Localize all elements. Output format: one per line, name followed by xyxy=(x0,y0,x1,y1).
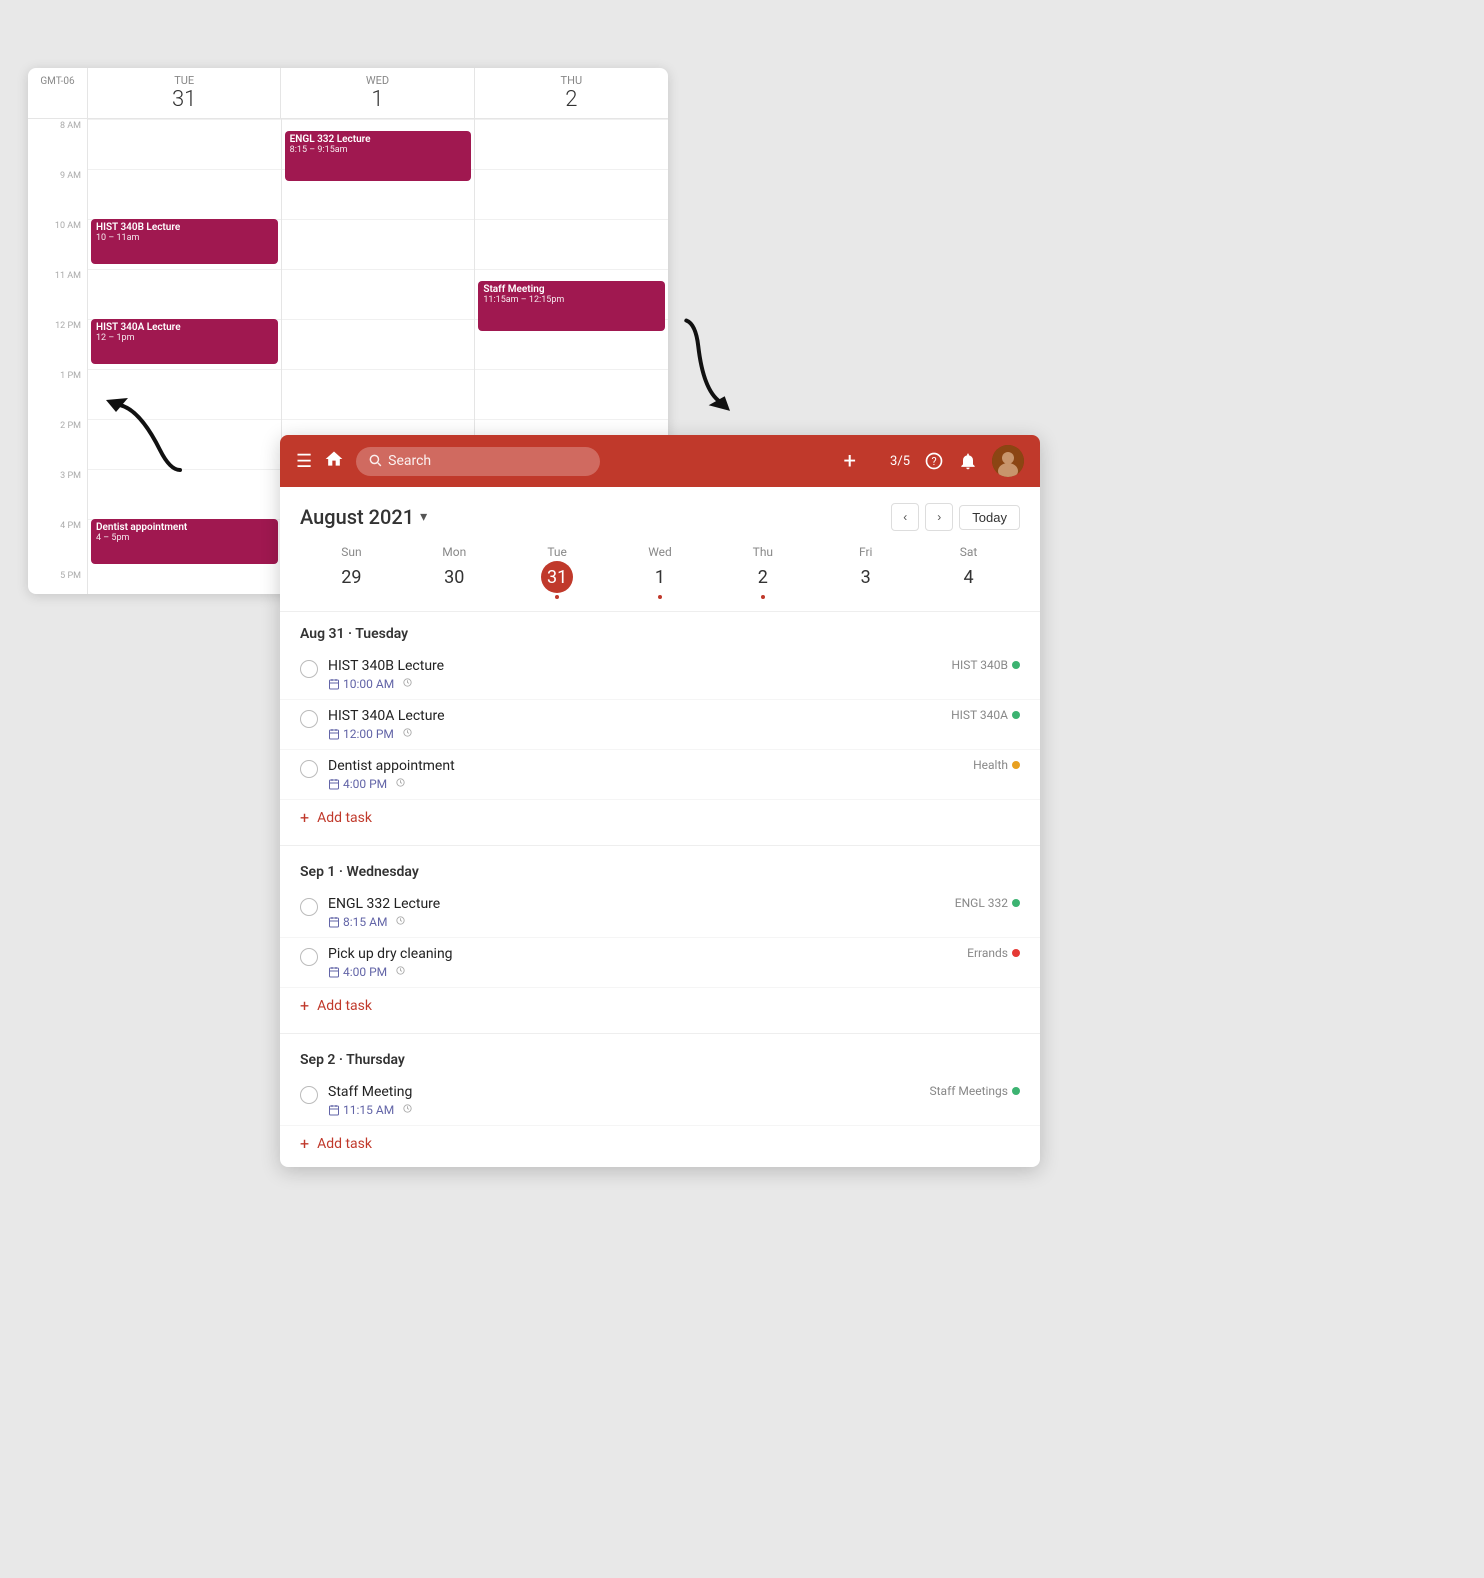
event-item-2-0: Staff Meeting 11:15 AM Staff Meetings xyxy=(280,1076,1040,1126)
preview-event-dentist[interactable]: Dentist appointment 4 – 5pm xyxy=(91,519,278,564)
next-button[interactable]: › xyxy=(925,503,953,531)
event-time-0-2: 4:00 PM xyxy=(328,777,387,791)
event-alarm-icon xyxy=(395,965,406,979)
week-day-tue[interactable]: Tue 31 xyxy=(506,541,609,603)
event-tag-1-0: ENGL 332 xyxy=(955,896,1020,910)
topbar: ☰ Search + 3/5 ? xyxy=(280,435,1040,487)
prev-button[interactable]: ‹ xyxy=(891,503,919,531)
add-task-1[interactable]: + Add task xyxy=(280,988,1040,1029)
preview-day-tue: TUE 31 xyxy=(88,68,281,118)
menu-icon[interactable]: ☰ xyxy=(296,451,312,472)
tag-dot xyxy=(1012,949,1020,957)
event-title-0-0: HIST 340B Lecture xyxy=(328,658,941,674)
tag-dot xyxy=(1012,1087,1020,1095)
month-title[interactable]: August 2021 ▾ xyxy=(300,505,427,529)
event-title-1-0: ENGL 332 Lecture xyxy=(328,896,945,912)
event-checkbox-0-2[interactable] xyxy=(300,760,318,778)
theme-toggle[interactable]: 3/5 xyxy=(870,452,910,470)
week-strip: Sun 29 Mon 30 Tue 31 Wed 1 Thu 2 Fri 3 S… xyxy=(280,541,1040,603)
month-nav: August 2021 ▾ ‹ › Today xyxy=(280,487,1040,541)
preview-event-staffmeeting[interactable]: Staff Meeting 11:15am – 12:15pm xyxy=(478,281,665,331)
event-title-0-2: Dentist appointment xyxy=(328,758,963,774)
event-tag-1-1: Errands xyxy=(967,946,1020,960)
event-time-0-1: 12:00 PM xyxy=(328,727,394,741)
event-list: Aug 31 · Tuesday HIST 340B Lecture 10:00… xyxy=(280,612,1040,1167)
event-time-1-0: 8:15 AM xyxy=(328,915,387,929)
event-item-1-0: ENGL 332 Lecture 8:15 AM ENGL 332 xyxy=(280,888,1040,938)
preview-event-engl332[interactable]: ENGL 332 Lecture 8:15 – 9:15am xyxy=(285,131,472,181)
preview-day-thu: THU 2 xyxy=(475,68,668,118)
week-day-mon[interactable]: Mon 30 xyxy=(403,541,506,603)
gmt-label: GMT-06 xyxy=(28,68,88,118)
event-alarm-icon xyxy=(402,677,413,691)
event-time-2-0: 11:15 AM xyxy=(328,1103,394,1117)
event-alarm-icon xyxy=(395,915,406,929)
add-task-label: Add task xyxy=(317,998,372,1014)
event-checkbox-2-0[interactable] xyxy=(300,1086,318,1104)
section-header-1: Sep 1 · Wednesday xyxy=(280,850,1040,888)
event-tag-0-2: Health xyxy=(973,758,1020,772)
event-time-1-1: 4:00 PM xyxy=(328,965,387,979)
week-day-thu[interactable]: Thu 2 xyxy=(711,541,814,603)
event-alarm-icon xyxy=(402,1103,413,1117)
event-alarm-icon xyxy=(402,727,413,741)
event-checkbox-1-0[interactable] xyxy=(300,898,318,916)
bell-icon[interactable] xyxy=(958,451,978,471)
add-task-plus-icon: + xyxy=(300,808,309,827)
app-container: ☰ Search + 3/5 ? xyxy=(280,435,1040,1167)
event-item-0-1: HIST 340A Lecture 12:00 PM HIST 340A xyxy=(280,700,1040,750)
event-tag-2-0: Staff Meetings xyxy=(929,1084,1020,1098)
today-button[interactable]: Today xyxy=(959,505,1020,530)
event-item-0-2: Dentist appointment 4:00 PM Health xyxy=(280,750,1040,800)
arrow-up-left xyxy=(100,390,190,484)
event-tag-0-1: HIST 340A xyxy=(951,708,1020,722)
event-item-0-0: HIST 340B Lecture 10:00 AM HIST 340B xyxy=(280,650,1040,700)
section-header-2: Sep 2 · Thursday xyxy=(280,1038,1040,1076)
event-title-0-1: HIST 340A Lecture xyxy=(328,708,941,724)
event-title-2-0: Staff Meeting xyxy=(328,1084,919,1100)
event-tag-0-0: HIST 340B xyxy=(951,658,1020,672)
week-day-fri[interactable]: Fri 3 xyxy=(814,541,917,603)
preview-col-tue: HIST 340B Lecture 10 – 11am HIST 340A Le… xyxy=(88,119,282,594)
tag-dot xyxy=(1012,661,1020,669)
event-checkbox-0-0[interactable] xyxy=(300,660,318,678)
week-day-sat[interactable]: Sat 4 xyxy=(917,541,1020,603)
avatar[interactable] xyxy=(992,445,1024,477)
event-time-0-0: 10:00 AM xyxy=(328,677,394,691)
add-button[interactable]: + xyxy=(844,449,856,474)
event-item-1-1: Pick up dry cleaning 4:00 PM Errands xyxy=(280,938,1040,988)
event-checkbox-0-1[interactable] xyxy=(300,710,318,728)
month-chevron-icon: ▾ xyxy=(420,509,427,525)
tag-dot xyxy=(1012,711,1020,719)
event-title-1-1: Pick up dry cleaning xyxy=(328,946,957,962)
tag-dot xyxy=(1012,899,1020,907)
preview-event-hist340b[interactable]: HIST 340B Lecture 10 – 11am xyxy=(91,219,278,264)
add-task-0[interactable]: + Add task xyxy=(280,800,1040,841)
preview-event-hist340a[interactable]: HIST 340A Lecture 12 – 1pm xyxy=(91,319,278,364)
topbar-actions: + 3/5 ? xyxy=(844,445,1024,477)
tag-dot xyxy=(1012,761,1020,769)
home-icon[interactable] xyxy=(324,449,344,474)
help-button[interactable]: ? xyxy=(924,451,944,471)
week-day-sun[interactable]: Sun 29 xyxy=(300,541,403,603)
search-icon xyxy=(368,452,382,471)
svg-text:?: ? xyxy=(931,455,936,468)
add-task-label: Add task xyxy=(317,1136,372,1152)
event-alarm-icon xyxy=(395,777,406,791)
add-task-plus-icon: + xyxy=(300,996,309,1015)
section-header-0: Aug 31 · Tuesday xyxy=(280,612,1040,650)
add-task-label: Add task xyxy=(317,810,372,826)
preview-day-wed: WED 1 xyxy=(281,68,474,118)
search-bar[interactable]: Search xyxy=(356,447,600,476)
event-checkbox-1-1[interactable] xyxy=(300,948,318,966)
add-task-2[interactable]: + Add task xyxy=(280,1126,1040,1167)
week-day-wed[interactable]: Wed 1 xyxy=(609,541,712,603)
add-task-plus-icon: + xyxy=(300,1134,309,1153)
nav-buttons: ‹ › Today xyxy=(891,503,1020,531)
search-input[interactable]: Search xyxy=(388,453,588,469)
